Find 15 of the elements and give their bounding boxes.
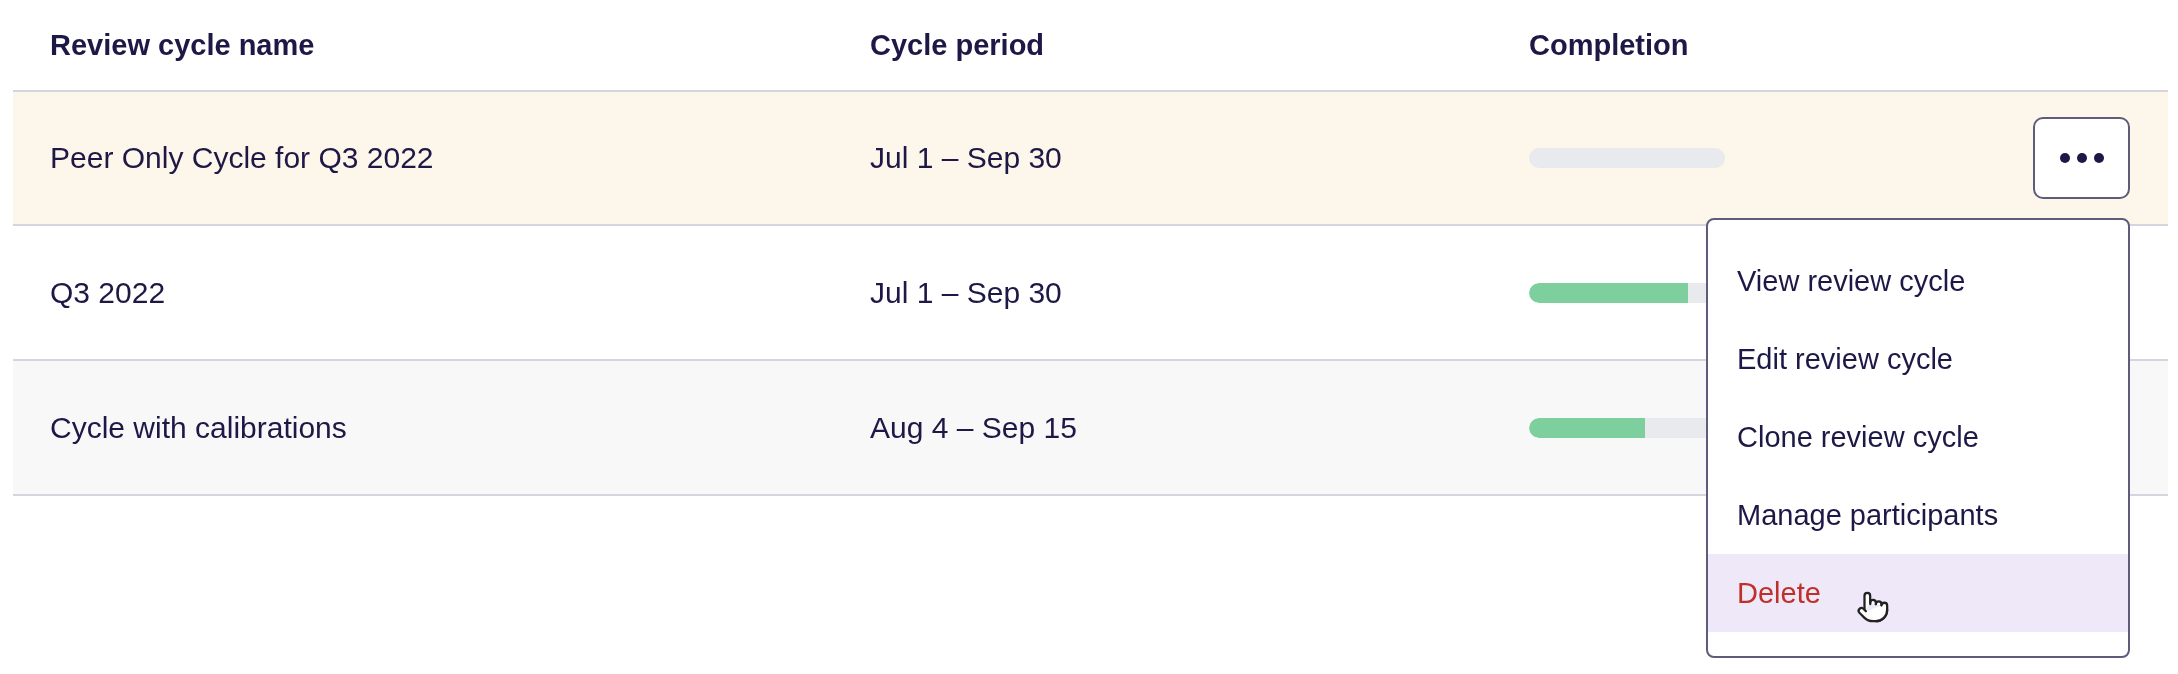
hand-cursor-icon <box>1856 590 1890 624</box>
cycle-name: Peer Only Cycle for Q3 2022 <box>50 141 435 175</box>
more-button[interactable] <box>2033 117 2130 199</box>
menu-item[interactable]: View review cycle <box>1708 242 2128 320</box>
menu-item[interactable]: Delete <box>1708 554 2128 632</box>
cycle-name: Q3 2022 <box>50 275 167 310</box>
more-icon <box>2059 153 2104 163</box>
cycle-name: Cycle with calibrations <box>50 410 348 445</box>
cycle-period: Jul 1 – Sep 30 <box>870 275 1063 310</box>
column-header: Review cycle name <box>50 28 316 62</box>
cycle-period: Jul 1 – Sep 30 <box>870 141 1063 175</box>
menu-item[interactable]: Clone review cycle <box>1708 398 2128 476</box>
column-header: Completion <box>1529 28 1690 62</box>
cycle-period: Aug 4 – Sep 15 <box>870 410 1078 445</box>
column-header: Cycle period <box>870 28 1046 62</box>
